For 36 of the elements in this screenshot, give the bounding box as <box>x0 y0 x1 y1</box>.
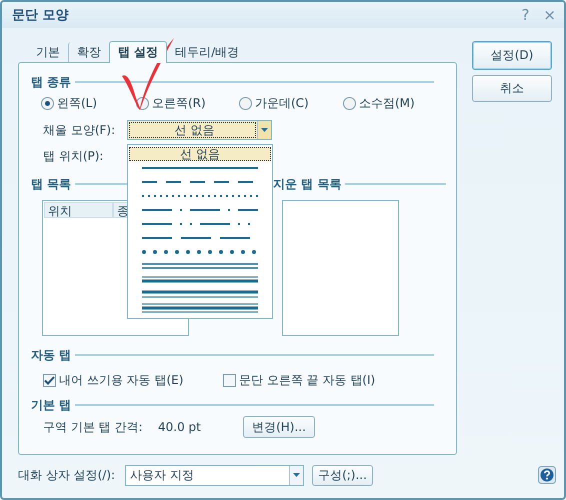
section-heading: 탭 목록 <box>31 176 72 192</box>
ok-button[interactable]: 설정(D) <box>472 41 552 70</box>
section-heading: 자동 탭 <box>31 346 72 364</box>
field-label: 채울 모양(F): <box>43 122 116 138</box>
line-style-icon <box>142 289 258 299</box>
dropdown-item[interactable]: 선 없음 <box>129 147 271 161</box>
fill-select[interactable]: 선 없음 <box>127 120 272 140</box>
radio-option[interactable]: 소수점(M) <box>343 94 433 112</box>
line-style-icon <box>142 303 258 313</box>
column-header[interactable]: 위치 <box>44 202 113 218</box>
checkmark-icon <box>44 376 55 384</box>
line-style-icon <box>142 247 258 257</box>
field-label: 탭 위치(P): <box>43 148 104 164</box>
line-style-icon <box>142 275 258 285</box>
section-heading: 기본 탭 <box>31 396 72 414</box>
section-heading: 지운 탭 목록 <box>273 176 342 192</box>
configure-button[interactable]: 구성(;)... <box>312 464 373 486</box>
section-heading: 탭 종류 <box>31 74 72 90</box>
window-title: 문단 모양 <box>12 7 69 24</box>
help-icon[interactable] <box>538 466 556 484</box>
checkbox-option[interactable]: 내어 쓰기용 자동 탭(E) <box>43 372 223 388</box>
field-value: 40.0 pt <box>158 420 202 434</box>
change-button[interactable]: 변경(H)... <box>243 416 315 438</box>
field-label: 구역 기본 탭 간격: <box>43 418 144 436</box>
tab[interactable]: 테두리/배경 <box>167 42 248 62</box>
field-label: 대화 상자 설정(/): <box>18 466 116 484</box>
caret-icon <box>293 473 300 477</box>
cancel-button[interactable]: 취소 <box>472 75 552 102</box>
radio-option[interactable]: 왼쪽(L) <box>41 94 136 112</box>
tab[interactable]: 기본 <box>28 42 68 62</box>
checkbox-option[interactable]: 문단 오른쪽 끝 자동 탭(I) <box>223 372 423 388</box>
tab[interactable]: 탭 설정 <box>109 41 168 63</box>
caret-icon <box>261 128 268 132</box>
line-style-icon <box>142 261 258 271</box>
radio-option[interactable]: 가운데(C) <box>239 94 343 112</box>
preset-select[interactable]: 사용자 지정 <box>125 464 304 486</box>
